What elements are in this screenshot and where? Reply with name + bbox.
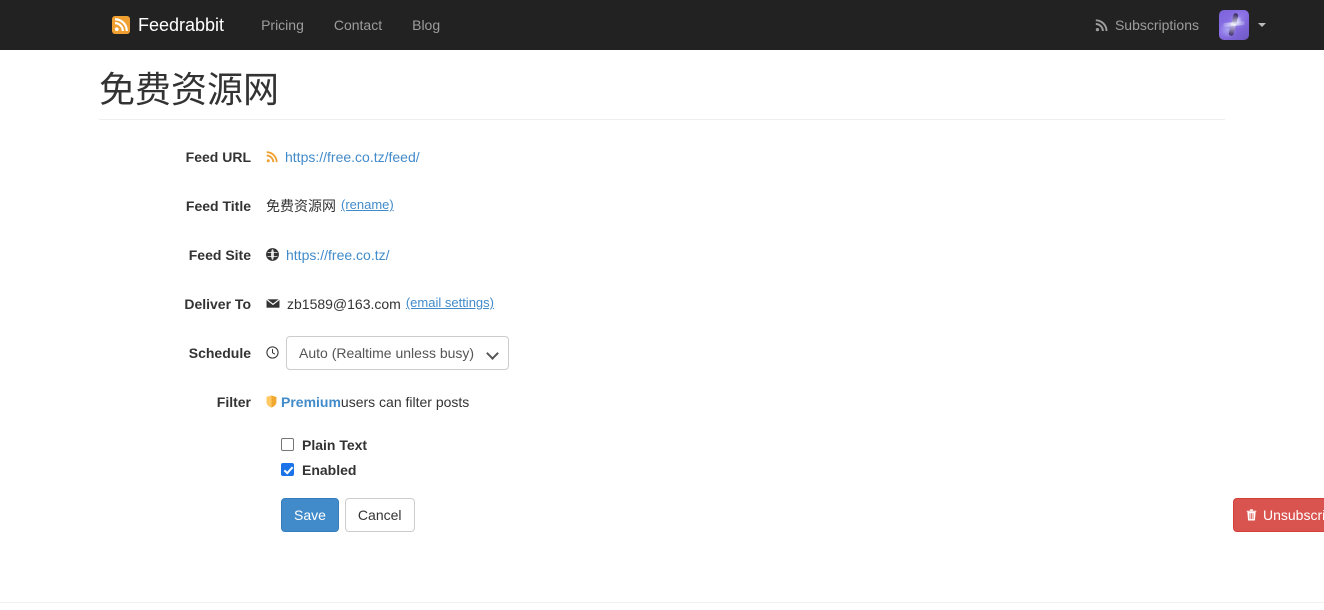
deliver-to-value-group: zb1589@163.com (email settings): [266, 287, 494, 314]
page-title: 免费资源网: [99, 69, 280, 110]
checkbox-group: Plain Text Enabled: [281, 437, 1225, 478]
form-row-filter: Filter Premium users can filter posts: [99, 385, 1225, 419]
premium-link[interactable]: Premium: [281, 392, 341, 412]
plain-text-checkbox-row[interactable]: Plain Text: [281, 437, 1225, 453]
form-row-feed-title: Feed Title 免费资源网 (rename): [99, 189, 1225, 223]
form-row-feed-site: Feed Site https://free.co.tz/: [99, 238, 1225, 272]
feed-url-label: Feed URL: [185, 148, 251, 165]
rename-feed-link[interactable]: (rename): [341, 196, 394, 215]
feed-title-value-group: 免费资源网 (rename): [266, 189, 394, 216]
rss-icon: [266, 150, 278, 163]
schedule-value-group: Auto (Realtime unless busy): [266, 335, 510, 370]
cancel-button[interactable]: Cancel: [344, 497, 415, 532]
subscriptions-label: Subscriptions: [1114, 17, 1199, 33]
feed-title-label: Feed Title: [185, 197, 251, 214]
unsubscribe-label: Unsubscribe: [1263, 506, 1324, 523]
title-divider: [99, 118, 1225, 120]
chevron-down-icon: [488, 348, 498, 358]
enabled-checkbox-row[interactable]: Enabled: [281, 462, 1225, 478]
form-row-feed-url: Feed URL https://free.co.tz/feed/: [99, 140, 1225, 174]
enabled-label: Enabled: [302, 461, 357, 478]
filter-value-group: Premium users can filter posts: [266, 385, 469, 412]
deliver-to-label: Deliver To: [184, 295, 251, 312]
form-row-schedule: Schedule Auto (Realtime unless busy): [99, 335, 1225, 370]
nav-link-blog[interactable]: Blog: [397, 0, 455, 50]
enabled-checkbox[interactable]: [281, 463, 294, 477]
rss-icon: [112, 16, 130, 34]
feed-title-value: 免费资源网: [266, 197, 336, 214]
brand-logo-link[interactable]: Feedrabbit: [112, 15, 246, 35]
globe-icon: [266, 248, 279, 262]
feed-site-label: Feed Site: [188, 246, 251, 263]
caret-down-icon: [1258, 23, 1266, 27]
plain-text-checkbox[interactable]: [281, 438, 294, 452]
trash-icon: [1246, 508, 1257, 521]
schedule-label: Schedule: [188, 344, 251, 361]
navbar-right-group: Subscriptions: [1079, 0, 1266, 50]
top-navbar: Feedrabbit Pricing Contact Blog Subscrip…: [0, 0, 1324, 50]
email-settings-link[interactable]: (email settings): [406, 294, 494, 313]
filter-label: Filter: [216, 393, 251, 410]
envelope-icon: [266, 298, 280, 309]
rss-icon: [1095, 18, 1108, 32]
footer-divider: [0, 602, 1324, 603]
plain-text-label: Plain Text: [302, 436, 368, 453]
form-actions: Save Cancel Unsubscribe: [281, 497, 1324, 532]
form-row-deliver-to: Deliver To zb1589@163.com (email setting…: [99, 287, 1225, 321]
schedule-select[interactable]: Auto (Realtime unless busy): [286, 335, 510, 370]
brand-label: Feedrabbit: [138, 15, 225, 35]
page-container: 免费资源网 Feed URL https://free.co.tz/feed/ …: [87, 69, 1324, 532]
schedule-selected-value: Auto (Realtime unless busy): [299, 344, 475, 361]
account-menu-toggle[interactable]: [1215, 10, 1266, 40]
save-button[interactable]: Save: [281, 497, 339, 532]
nav-link-pricing[interactable]: Pricing: [246, 0, 319, 50]
feed-url-value-group: https://free.co.tz/feed/: [266, 140, 420, 167]
deliver-to-value: zb1589@163.com: [287, 295, 401, 312]
filter-description: users can filter posts: [340, 393, 470, 410]
nav-link-subscriptions[interactable]: Subscriptions: [1079, 0, 1215, 50]
navbar-left-group: Feedrabbit Pricing Contact Blog: [112, 0, 455, 50]
clock-icon: [266, 346, 279, 359]
feed-url-link[interactable]: https://free.co.tz/feed/: [285, 147, 420, 167]
nav-link-contact[interactable]: Contact: [319, 0, 397, 50]
feed-site-link[interactable]: https://free.co.tz/: [286, 245, 390, 265]
user-avatar[interactable]: [1219, 10, 1249, 40]
shield-icon: [266, 395, 277, 408]
feed-site-value-group: https://free.co.tz/: [266, 238, 390, 265]
unsubscribe-button[interactable]: Unsubscribe: [1233, 497, 1324, 532]
